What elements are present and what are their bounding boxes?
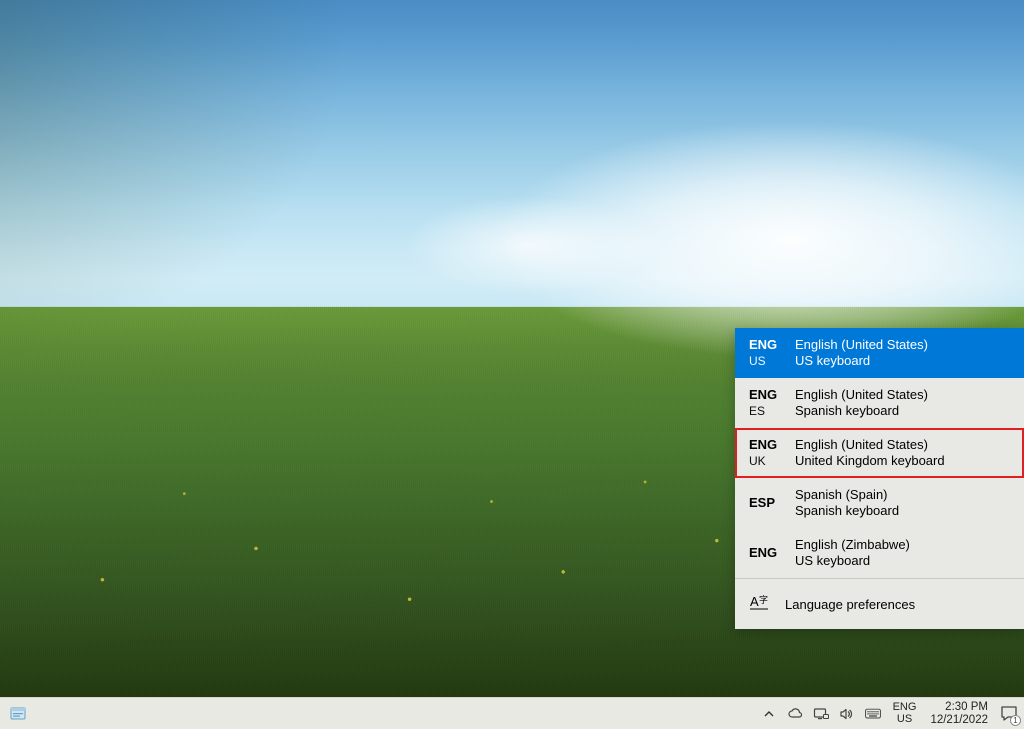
keyboard-name: Spanish keyboard [795,503,1012,519]
tray-volume-icon[interactable] [839,706,855,722]
monitor-network-icon [813,706,829,722]
app-icon [9,704,29,724]
keyboard-name: US keyboard [795,353,1012,369]
language-item-eng-zw[interactable]: ENG English (Zimbabwe) US keyboard [735,528,1024,578]
tray-date: 12/21/2022 [930,714,988,727]
language-item-eng-us[interactable]: ENG US English (United States) US keyboa… [735,328,1024,378]
language-desc: Spanish (Spain) Spanish keyboard [791,487,1012,520]
language-code-top: ENG [749,437,791,453]
language-desc: English (United States) United Kingdom k… [791,437,1012,470]
language-code-bot: ES [749,404,791,419]
taskbar-app-button[interactable] [6,702,32,726]
tray-network-icon[interactable] [813,706,829,722]
keyboard-name: Spanish keyboard [795,403,1012,419]
system-tray: ENG US 2:30 PM 12/21/2022 1 [761,698,1024,729]
language-code-bot: UK [749,454,791,469]
chevron-up-icon [762,707,776,721]
keyboard-name: United Kingdom keyboard [795,453,1012,469]
language-name: English (United States) [795,337,1012,353]
language-code-bot: US [749,354,791,369]
language-code: ESP [749,495,791,511]
taskbar-left [0,702,32,726]
language-name: English (Zimbabwe) [795,537,1012,553]
svg-text:字: 字 [759,594,768,605]
tray-clock[interactable]: 2:30 PM 12/21/2022 [928,701,990,726]
tray-language-indicator[interactable]: ENG US [891,702,919,725]
language-code: ENG UK [749,437,791,468]
language-item-eng-uk[interactable]: ENG UK English (United States) United Ki… [735,428,1024,478]
tray-language-bot: US [897,714,912,726]
cloud-icon [787,706,803,722]
language-item-eng-es[interactable]: ENG ES English (United States) Spanish k… [735,378,1024,428]
svg-text:A: A [750,594,759,609]
language-switcher-popup: ENG US English (United States) US keyboa… [735,328,1024,629]
language-code: ENG [749,545,791,561]
language-desc: English (Zimbabwe) US keyboard [791,537,1012,570]
language-desc: English (United States) Spanish keyboard [791,387,1012,420]
language-name: English (United States) [795,387,1012,403]
language-prefs-icon: A 字 [749,593,771,615]
language-desc: English (United States) US keyboard [791,337,1012,370]
keyboard-icon [865,707,881,721]
tray-ime-icon[interactable] [865,706,881,722]
tray-overflow-button[interactable] [761,706,777,722]
speaker-icon [839,706,855,722]
language-code-top: ESP [749,495,791,511]
language-preferences-link[interactable]: A 字 Language preferences [735,579,1024,629]
language-name: Spanish (Spain) [795,487,1012,503]
taskbar: ENG US 2:30 PM 12/21/2022 1 [0,697,1024,729]
tray-language-top: ENG [893,702,917,714]
language-code: ENG ES [749,387,791,418]
language-code-top: ENG [749,337,791,353]
language-name: English (United States) [795,437,1012,453]
tray-action-center[interactable]: 1 [1000,705,1018,723]
language-preferences-label: Language preferences [785,597,915,612]
language-item-esp[interactable]: ESP Spanish (Spain) Spanish keyboard [735,478,1024,528]
tray-time: 2:30 PM [945,701,988,714]
tray-weather-icon[interactable] [787,706,803,722]
language-code: ENG US [749,337,791,368]
language-code-top: ENG [749,387,791,403]
notification-badge: 1 [1010,715,1021,726]
language-code-top: ENG [749,545,791,561]
keyboard-name: US keyboard [795,553,1012,569]
